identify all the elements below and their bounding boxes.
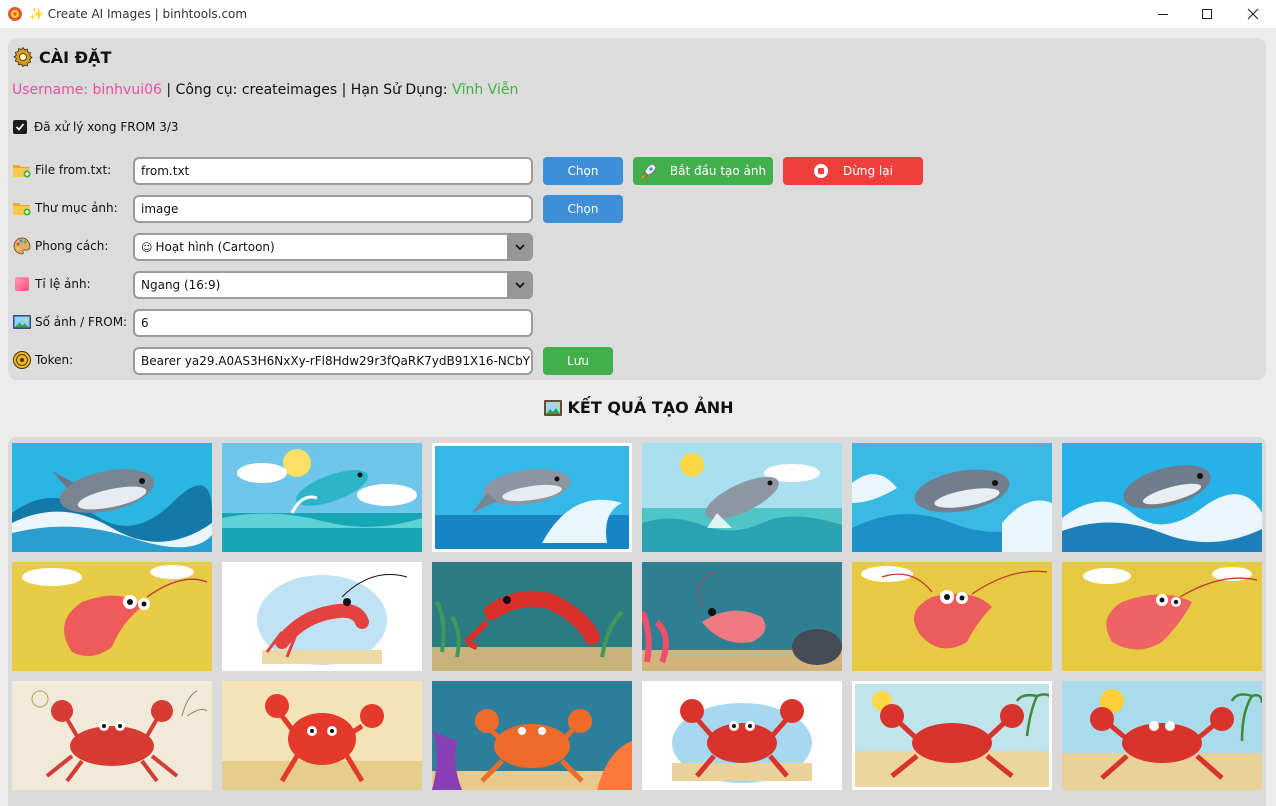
results-title: KẾT QUẢ TẠO ẢNH (0, 398, 1276, 417)
close-icon (1247, 8, 1259, 20)
settings-title: CÀI ĐẶT (12, 46, 111, 68)
style-dropdown-button[interactable] (507, 233, 533, 261)
save-token-button[interactable]: Lưu (543, 347, 613, 375)
chevron-down-icon (515, 282, 525, 289)
result-image[interactable] (852, 562, 1052, 671)
results-title-text: KẾT QUẢ TẠO ẢNH (567, 398, 734, 417)
ratio-dropdown-button[interactable] (507, 271, 533, 299)
result-image[interactable] (642, 443, 842, 552)
stop-button[interactable]: Dừng lại (783, 157, 923, 185)
token-input[interactable]: Bearer ya29.A0AS3H6NxXy-rFl8Hdw29r3fQaRK… (133, 347, 533, 375)
rocket-icon (641, 163, 657, 179)
coin-icon (13, 351, 31, 369)
choose-file-button[interactable]: Chọn (543, 157, 623, 185)
result-image[interactable] (1062, 562, 1262, 671)
ratio-select[interactable]: Ngang (16:9) (133, 271, 533, 299)
gear-icon (13, 46, 33, 68)
image-dir-label: Thư mục ảnh: (12, 194, 118, 222)
result-image[interactable] (222, 443, 422, 552)
file-from-input[interactable]: from.txt (133, 157, 533, 185)
username: Username: binhvui06 (12, 82, 162, 98)
file-from-label: File from.txt: (12, 156, 111, 184)
style-value: Hoạt hình (Cartoon) (155, 240, 275, 254)
result-image[interactable] (432, 562, 632, 671)
chevron-down-icon (515, 244, 525, 251)
checkmark-icon (15, 123, 25, 131)
folder-icon (13, 165, 31, 178)
settings-title-text: CÀI ĐẶT (39, 47, 112, 67)
result-image[interactable] (12, 681, 212, 790)
status-label: Đã xử lý xong FROM 3/3 (34, 120, 179, 134)
minimize-icon (1158, 14, 1168, 15)
picture-frame-icon (543, 399, 562, 416)
settings-panel: CÀI ĐẶT Username: binhvui06 | Công cụ: c… (8, 38, 1266, 380)
close-button[interactable] (1230, 0, 1276, 28)
status-checkbox[interactable] (13, 120, 27, 134)
style-select[interactable]: ☺ Hoạt hình (Cartoon) (133, 233, 533, 261)
count-input[interactable]: 6 (133, 309, 533, 337)
stop-icon (814, 164, 829, 178)
token-label: Token: (12, 346, 73, 374)
result-image[interactable] (222, 681, 422, 790)
result-image[interactable] (1062, 443, 1262, 552)
smiley-icon: ☺ (141, 240, 153, 254)
minimize-button[interactable] (1140, 0, 1186, 28)
expiry-value: Vĩnh Viễn (452, 82, 519, 98)
result-image[interactable] (852, 443, 1052, 552)
status-checkbox-row[interactable]: Đã xử lý xong FROM 3/3 (13, 120, 179, 134)
maximize-icon (1202, 9, 1212, 19)
result-image[interactable] (642, 562, 842, 671)
ratio-value: Ngang (16:9) (141, 278, 221, 292)
ratio-label: Tỉ lệ ảnh: (12, 270, 91, 298)
palette-icon (13, 237, 31, 255)
gradient-square-icon (15, 277, 29, 291)
results-gallery (8, 437, 1266, 806)
tool-info: | Công cụ: createimages | Hạn Sử Dụng: (161, 82, 453, 98)
result-image[interactable] (1062, 681, 1262, 790)
image-dir-input[interactable]: image (133, 195, 533, 223)
result-image[interactable] (432, 681, 632, 790)
result-image[interactable] (222, 562, 422, 671)
user-info: Username: binhvui06 | Công cụ: createima… (12, 82, 518, 98)
result-image[interactable] (12, 443, 212, 552)
window-title: ✨ Create AI Images | binhtools.com (29, 7, 248, 21)
result-image[interactable] (852, 681, 1052, 790)
start-button[interactable]: Bắt đầu tạo ảnh (633, 157, 773, 185)
title-bar: ✨ Create AI Images | binhtools.com (0, 0, 1276, 28)
result-image[interactable] (432, 443, 632, 552)
choose-dir-button[interactable]: Chọn (543, 195, 623, 223)
app-icon (8, 7, 22, 21)
count-label: Số ảnh / FROM: (12, 308, 127, 336)
folder-icon (13, 203, 31, 216)
style-label: Phong cách: (12, 232, 108, 260)
result-image[interactable] (12, 562, 212, 671)
picture-icon (13, 315, 31, 329)
maximize-button[interactable] (1184, 0, 1230, 28)
result-image[interactable] (642, 681, 842, 790)
